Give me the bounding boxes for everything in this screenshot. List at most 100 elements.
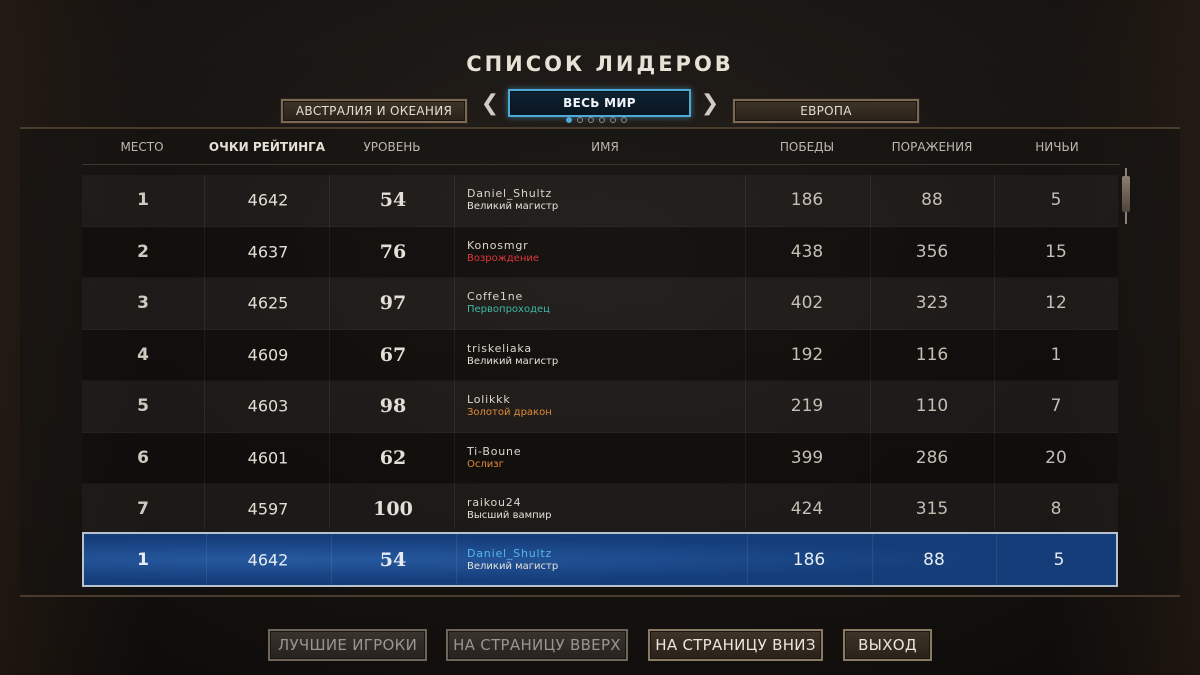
rank-cell: 3 bbox=[137, 293, 149, 314]
table-row[interactable]: 1 4642 54 Daniel_Shultz Великий магистр … bbox=[82, 175, 1118, 227]
region-page-indicator bbox=[566, 117, 627, 123]
draws-cell: 8 bbox=[1050, 499, 1062, 520]
column-header-rank[interactable]: МЕСТО bbox=[120, 140, 163, 154]
player-name: Ti-Boune bbox=[467, 444, 522, 458]
player-cell: Ti-Boune Ослизг bbox=[467, 445, 521, 471]
wins-cell: 186 bbox=[792, 549, 826, 570]
page-dot[interactable] bbox=[566, 117, 572, 123]
rank-cell: 4 bbox=[137, 344, 149, 365]
column-divider bbox=[206, 534, 207, 585]
level-cell: 100 bbox=[373, 498, 413, 521]
column-header-wins[interactable]: ПОБЕДЫ bbox=[780, 140, 834, 154]
table-row[interactable]: 3 4625 97 Coffe1ne Первопроходец 402 323… bbox=[82, 278, 1118, 330]
page-dot[interactable] bbox=[599, 117, 605, 123]
region-tab-australia-oceania[interactable]: АВСТРАЛИЯ И ОКЕАНИЯ bbox=[281, 99, 467, 123]
table-row[interactable]: 6 4601 62 Ti-Boune Ослизг 399 286 20 bbox=[82, 432, 1118, 484]
player-cell: Daniel_Shultz Великий магистр bbox=[467, 547, 558, 573]
draws-cell: 12 bbox=[1045, 293, 1067, 314]
wins-cell: 402 bbox=[790, 293, 824, 314]
leaderboard-rows: 1 4642 54 Daniel_Shultz Великий магистр … bbox=[82, 175, 1118, 536]
rank-cell: 2 bbox=[137, 241, 149, 262]
region-tab-world[interactable]: ВЕСЬ МИР bbox=[508, 89, 691, 117]
player-title: Первопроходец bbox=[467, 304, 550, 316]
player-title: Великий магистр bbox=[467, 201, 559, 213]
losses-cell: 356 bbox=[915, 241, 949, 262]
player-cell: Daniel_Shultz Великий магистр bbox=[467, 187, 558, 213]
prev-region-arrow-icon[interactable]: ❮ bbox=[481, 90, 499, 116]
player-cell: Lolikkk Золотой дракон bbox=[467, 393, 552, 419]
rating-cell: 4642 bbox=[247, 190, 289, 210]
leaderboard-scrollbar[interactable] bbox=[1121, 168, 1131, 228]
player-cell: Coffe1ne Первопроходец bbox=[467, 290, 550, 316]
losses-cell: 110 bbox=[915, 396, 949, 417]
rank-cell: 6 bbox=[137, 447, 149, 468]
losses-cell: 286 bbox=[915, 447, 949, 468]
column-divider bbox=[996, 534, 997, 585]
wins-cell: 438 bbox=[790, 241, 824, 262]
player-name: triskeliaka bbox=[467, 341, 532, 355]
top-players-button[interactable]: ЛУЧШИЕ ИГРОКИ bbox=[268, 629, 427, 661]
level-cell: 76 bbox=[379, 240, 407, 263]
player-name: Daniel_Shultz bbox=[467, 546, 553, 560]
table-row[interactable]: 5 4603 98 Lolikkk Золотой дракон 219 110… bbox=[82, 381, 1118, 433]
column-header-draws[interactable]: НИЧЬИ bbox=[1035, 140, 1078, 154]
player-title: Возрождение bbox=[467, 252, 540, 264]
wins-cell: 186 bbox=[790, 190, 824, 211]
losses-cell: 88 bbox=[923, 549, 945, 570]
player-cell: triskeliaka Великий магистр bbox=[467, 342, 558, 368]
draws-cell: 20 bbox=[1045, 447, 1067, 468]
region-tab-europe[interactable]: ЕВРОПА bbox=[733, 99, 919, 123]
player-cell: Konosmgr Возрождение bbox=[467, 239, 539, 265]
rating-cell: 4625 bbox=[247, 293, 289, 313]
page-dot[interactable] bbox=[621, 117, 627, 123]
wins-cell: 399 bbox=[790, 447, 824, 468]
page-dot[interactable] bbox=[577, 117, 583, 123]
draws-cell: 1 bbox=[1050, 344, 1062, 365]
table-header: МЕСТО ОЧКИ РЕЙТИНГА УРОВЕНЬ ИМЯ ПОБЕДЫ П… bbox=[80, 138, 1120, 158]
header-divider bbox=[82, 164, 1120, 165]
draws-cell: 15 bbox=[1045, 241, 1067, 262]
player-title: Ослизг bbox=[467, 458, 504, 470]
column-header-name[interactable]: ИМЯ bbox=[591, 140, 619, 154]
column-header-rating[interactable]: ОЧКИ РЕЙТИНГА bbox=[209, 140, 325, 154]
page-down-button[interactable]: НА СТРАНИЦУ ВНИЗ bbox=[648, 629, 823, 661]
wins-cell: 219 bbox=[790, 396, 824, 417]
level-cell: 98 bbox=[379, 395, 407, 418]
column-divider bbox=[747, 534, 748, 585]
draws-cell: 5 bbox=[1053, 549, 1065, 570]
player-title: Великий магистр bbox=[467, 560, 559, 572]
player-title: Высший вампир bbox=[467, 510, 552, 522]
rating-cell: 4642 bbox=[247, 550, 289, 569]
rating-cell: 4637 bbox=[247, 242, 289, 262]
page-dot[interactable] bbox=[610, 117, 616, 123]
own-player-row[interactable]: 1 4642 54 Daniel_Shultz Великий магистр … bbox=[82, 532, 1118, 587]
player-title: Великий магистр bbox=[467, 355, 559, 367]
player-name: raikou24 bbox=[467, 496, 522, 510]
player-title: Золотой дракон bbox=[467, 407, 552, 419]
rank-cell: 1 bbox=[137, 549, 149, 570]
level-cell: 97 bbox=[379, 292, 407, 315]
page-title: СПИСОК ЛИДЕРОВ bbox=[466, 52, 734, 76]
player-name: Daniel_Shultz bbox=[467, 187, 553, 201]
table-row[interactable]: 7 4597 100 raikou24 Высший вампир 424 31… bbox=[82, 484, 1118, 536]
scrollbar-thumb[interactable] bbox=[1122, 176, 1130, 212]
table-row[interactable]: 4 4609 67 triskeliaka Великий магистр 19… bbox=[82, 329, 1118, 381]
page-dot[interactable] bbox=[588, 117, 594, 123]
column-header-losses[interactable]: ПОРАЖЕНИЯ bbox=[892, 140, 973, 154]
rating-cell: 4609 bbox=[247, 345, 289, 365]
exit-button[interactable]: ВЫХОД bbox=[843, 629, 932, 661]
rating-cell: 4603 bbox=[247, 396, 289, 416]
next-region-arrow-icon[interactable]: ❯ bbox=[701, 90, 719, 116]
page-up-button[interactable]: НА СТРАНИЦУ ВВЕРХ bbox=[446, 629, 628, 661]
column-divider bbox=[456, 534, 457, 585]
draws-cell: 5 bbox=[1050, 190, 1062, 211]
player-name: Konosmgr bbox=[467, 238, 529, 252]
level-cell: 62 bbox=[379, 446, 407, 469]
rank-cell: 7 bbox=[137, 499, 149, 520]
table-row[interactable]: 2 4637 76 Konosmgr Возрождение 438 356 1… bbox=[82, 226, 1118, 278]
player-name: Coffe1ne bbox=[467, 290, 524, 304]
column-header-level[interactable]: УРОВЕНЬ bbox=[363, 140, 420, 154]
rating-cell: 4601 bbox=[247, 448, 289, 468]
losses-cell: 116 bbox=[915, 344, 949, 365]
player-name: Lolikkk bbox=[467, 393, 511, 407]
